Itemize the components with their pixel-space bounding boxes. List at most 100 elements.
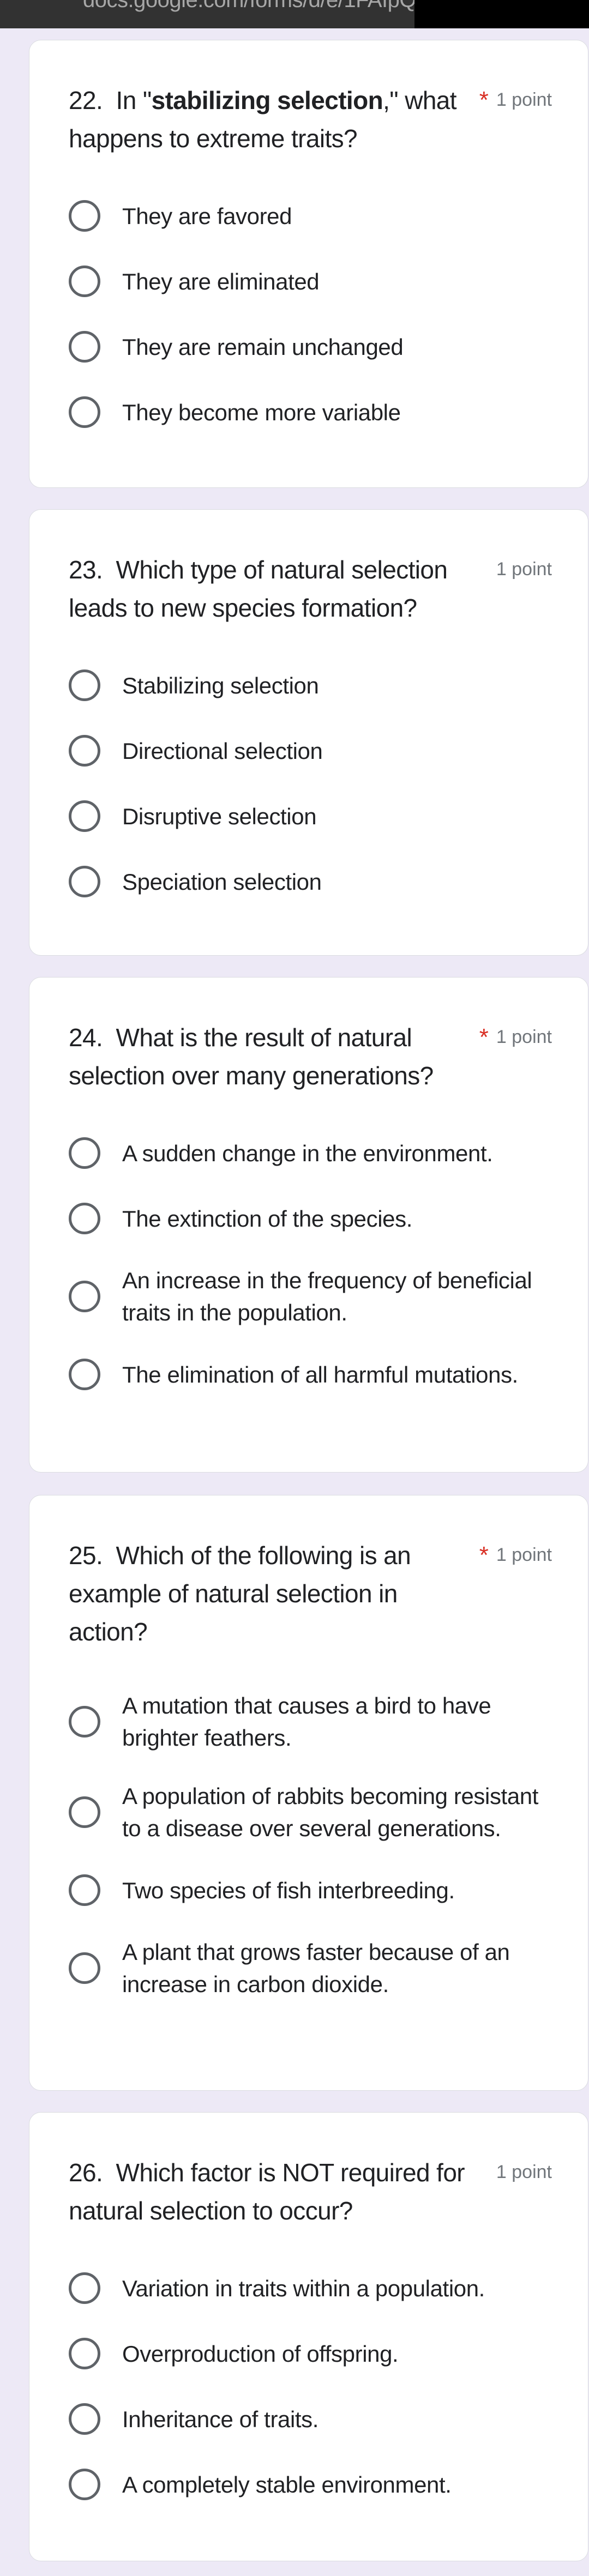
question-meta: * 1 point bbox=[479, 1541, 552, 1570]
radio-option[interactable]: Speciation selection bbox=[29, 849, 588, 914]
radio-option[interactable]: The elimination of all harmful mutations… bbox=[29, 1342, 588, 1407]
option-list: Variation in traits within a population.… bbox=[29, 2255, 588, 2517]
question-title: 24. What is the result of natural select… bbox=[69, 1018, 468, 1095]
question-header: 26. Which factor is NOT required for nat… bbox=[29, 2153, 588, 2230]
radio-option[interactable]: Variation in traits within a population. bbox=[29, 2255, 588, 2321]
question-meta: * 1 point bbox=[479, 86, 552, 114]
option-list: A sudden change in the environment. The … bbox=[29, 1120, 588, 1407]
question-meta: 1 point bbox=[496, 2158, 552, 2186]
option-label: They are eliminated bbox=[122, 268, 320, 294]
radio-option[interactable]: They are favored bbox=[29, 183, 588, 249]
question-card-22: 22. In "stabilizing selection," what hap… bbox=[29, 40, 588, 488]
option-list: A mutation that causes a bird to have br… bbox=[29, 1676, 588, 2013]
radio-option[interactable]: A mutation that causes a bird to have br… bbox=[29, 1676, 588, 1767]
question-number: 26. bbox=[69, 2158, 103, 2187]
points-label: 1 point bbox=[496, 559, 552, 580]
question-card-26: 26. Which factor is NOT required for nat… bbox=[29, 2112, 588, 2561]
radio-option[interactable]: Inheritance of traits. bbox=[29, 2386, 588, 2452]
radio-button[interactable] bbox=[69, 1952, 100, 1984]
question-card-23: 23. Which type of natural selection lead… bbox=[29, 509, 588, 956]
radio-option[interactable]: The extinction of the species. bbox=[29, 1186, 588, 1251]
option-label: Disruptive selection bbox=[122, 803, 317, 829]
question-number: 25. bbox=[69, 1541, 103, 1570]
radio-button[interactable] bbox=[69, 2338, 100, 2369]
required-asterisk: * bbox=[479, 1024, 489, 1051]
question-text: Which factor is NOT required for natural… bbox=[69, 2158, 465, 2225]
question-number: 23. bbox=[69, 556, 103, 584]
question-header: 24. What is the result of natural select… bbox=[29, 1018, 588, 1095]
radio-option[interactable]: They are eliminated bbox=[29, 249, 588, 314]
option-label: Two species of fish interbreeding. bbox=[122, 1877, 455, 1903]
radio-button[interactable] bbox=[69, 669, 100, 701]
radio-option[interactable]: They are remain unchanged bbox=[29, 314, 588, 379]
radio-button[interactable] bbox=[69, 1137, 100, 1169]
question-header: 25. Which of the following is an example… bbox=[29, 1536, 588, 1651]
question-number: 22. bbox=[69, 86, 103, 114]
question-card-24: 24. What is the result of natural select… bbox=[29, 977, 588, 1473]
question-title: 22. In "stabilizing selection," what hap… bbox=[69, 81, 468, 158]
radio-option[interactable]: They become more variable bbox=[29, 379, 588, 445]
radio-option[interactable]: Stabilizing selection bbox=[29, 653, 588, 718]
question-meta: 1 point bbox=[496, 555, 552, 583]
question-text: Which type of natural selection leads to… bbox=[69, 556, 448, 622]
radio-button[interactable] bbox=[69, 2272, 100, 2304]
question-text-part: In " bbox=[116, 86, 152, 114]
radio-button[interactable] bbox=[69, 866, 100, 897]
option-label: They are favored bbox=[122, 203, 292, 229]
points-label: 1 point bbox=[496, 89, 552, 110]
radio-button[interactable] bbox=[69, 266, 100, 297]
option-label: The extinction of the species. bbox=[122, 1205, 412, 1232]
option-label: The elimination of all harmful mutations… bbox=[122, 1361, 518, 1387]
option-label: A plant that grows faster because of an … bbox=[122, 1939, 510, 1997]
option-label: A sudden change in the environment. bbox=[122, 1140, 493, 1166]
option-label: Speciation selection bbox=[122, 868, 322, 895]
radio-button[interactable] bbox=[69, 2403, 100, 2435]
radio-button[interactable] bbox=[69, 1706, 100, 1738]
radio-option[interactable]: Overproduction of offspring. bbox=[29, 2321, 588, 2386]
option-label: Variation in traits within a population. bbox=[122, 2275, 485, 2301]
option-label: A population of rabbits becoming resista… bbox=[122, 1783, 539, 1841]
option-label: They are remain unchanged bbox=[122, 334, 404, 360]
option-list: Stabilizing selection Directional select… bbox=[29, 653, 588, 914]
radio-button[interactable] bbox=[69, 1203, 100, 1234]
radio-button[interactable] bbox=[69, 1281, 100, 1312]
option-label: Overproduction of offspring. bbox=[122, 2340, 399, 2367]
question-text: Which of the following is an example of … bbox=[69, 1541, 411, 1646]
option-label: They become more variable bbox=[122, 399, 401, 425]
browser-url-bar[interactable]: docs.google.com/forms/d/e/1FAIpQL bbox=[0, 0, 589, 28]
option-label: Inheritance of traits. bbox=[122, 2406, 319, 2432]
option-label: An increase in the frequency of benefici… bbox=[122, 1268, 532, 1325]
radio-button[interactable] bbox=[69, 735, 100, 767]
radio-button[interactable] bbox=[69, 1359, 100, 1390]
radio-button[interactable] bbox=[69, 800, 100, 832]
radio-option[interactable]: Two species of fish interbreeding. bbox=[29, 1857, 588, 1923]
radio-button[interactable] bbox=[69, 331, 100, 363]
question-title: 26. Which factor is NOT required for nat… bbox=[69, 2153, 468, 2230]
radio-option[interactable]: A completely stable environment. bbox=[29, 2452, 588, 2517]
radio-option[interactable]: A sudden change in the environment. bbox=[29, 1120, 588, 1186]
question-bold-text: stabilizing selection bbox=[151, 86, 383, 114]
radio-option[interactable]: A plant that grows faster because of an … bbox=[29, 1923, 588, 2013]
question-header: 22. In "stabilizing selection," what hap… bbox=[29, 81, 588, 158]
radio-button[interactable] bbox=[69, 200, 100, 232]
question-title: 23. Which type of natural selection lead… bbox=[69, 551, 468, 627]
radio-button[interactable] bbox=[69, 396, 100, 428]
radio-button[interactable] bbox=[69, 2469, 100, 2500]
points-label: 1 point bbox=[496, 1027, 552, 1047]
radio-option[interactable]: An increase in the frequency of benefici… bbox=[29, 1251, 588, 1342]
required-asterisk: * bbox=[479, 87, 489, 113]
question-card-25: 25. Which of the following is an example… bbox=[29, 1495, 588, 2091]
question-number: 24. bbox=[69, 1023, 103, 1052]
option-list: They are favored They are eliminated The… bbox=[29, 183, 588, 445]
radio-button[interactable] bbox=[69, 1796, 100, 1828]
url-text[interactable]: docs.google.com/forms/d/e/1FAIpQL bbox=[83, 0, 428, 13]
option-label: A mutation that causes a bird to have br… bbox=[122, 1693, 491, 1751]
radio-button[interactable] bbox=[69, 1874, 100, 1906]
option-label: A completely stable environment. bbox=[122, 2471, 452, 2497]
radio-option[interactable]: Disruptive selection bbox=[29, 783, 588, 849]
radio-option[interactable]: Directional selection bbox=[29, 718, 588, 783]
radio-option[interactable]: A population of rabbits becoming resista… bbox=[29, 1767, 588, 1857]
option-label: Directional selection bbox=[122, 738, 323, 764]
option-label: Stabilizing selection bbox=[122, 672, 319, 698]
points-label: 1 point bbox=[496, 2162, 552, 2182]
